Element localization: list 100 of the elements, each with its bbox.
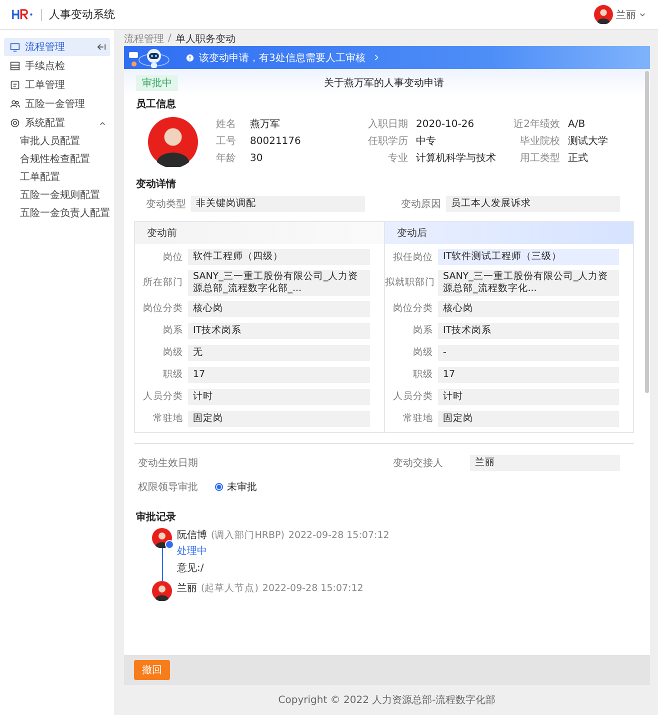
radio-icon[interactable] (215, 482, 223, 491)
field-label: 人员分类 (142, 390, 183, 404)
gear-icon (10, 118, 20, 128)
field-label: 岗级 (412, 346, 433, 360)
readonly-field: 计时 (188, 388, 370, 405)
approver-avatar (152, 580, 172, 601)
approver-role: (起草人节点) (201, 582, 258, 595)
field-label: 权限领导审批 (137, 480, 199, 494)
readonly-field: - (438, 344, 619, 361)
sidebar-item[interactable]: 系统配置 (4, 114, 110, 132)
field-label: 岗系 (162, 324, 183, 338)
user-avatar (594, 5, 613, 24)
field-value: 燕万军 (250, 118, 280, 131)
readonly-field: 17 (188, 366, 370, 383)
scrollbar[interactable] (645, 71, 649, 394)
readonly-field: SANY_三一重工股份有限公司_人力资源总部_流程数字化部_... (188, 270, 370, 296)
field-label: 专业 (387, 152, 408, 165)
readonly-field: 固定岗 (188, 410, 370, 427)
readonly-field: 非关键岗调配 (191, 196, 365, 212)
field-value: 计算机科学与技术 (416, 152, 496, 165)
field-label: 常驻地 (152, 412, 183, 426)
readonly-field: IT技术岗系 (188, 322, 370, 339)
approver-name: 阮信博 (177, 528, 207, 542)
field-label: 拟就职部门 (385, 276, 433, 290)
field-value: A/B (568, 118, 586, 130)
field-label: 近2年绩效 (512, 118, 560, 131)
field-label: 姓名 (216, 118, 237, 131)
readonly-field: 核心岗 (438, 300, 619, 317)
readonly-field: 计时 (438, 388, 619, 405)
field-label: 工号 (216, 135, 237, 148)
sidebar-subitem[interactable]: 工单配置 (0, 169, 60, 187)
field-label: 人员分类 (392, 390, 433, 404)
chevron-icon[interactable] (374, 54, 380, 61)
field-value: 测试大学 (568, 134, 608, 148)
panel-header: 变动前 (135, 222, 384, 244)
sidebar-item[interactable]: 手续点检 (4, 57, 110, 75)
panel-header: 变动后 (385, 222, 633, 244)
field-label: 用工类型 (519, 152, 560, 165)
readonly-field: IT软件测试工程师（三级） (438, 249, 619, 265)
field-label: 年龄 (216, 152, 237, 165)
monitor-icon (10, 42, 20, 52)
employee-avatar (148, 117, 198, 167)
readonly-field: IT技术岗系 (438, 322, 619, 339)
section-heading: 审批记录 (136, 510, 177, 524)
robot-drawing (128, 46, 172, 68)
field-label: 毕业院校 (519, 134, 560, 148)
user-name[interactable]: 兰丽 (616, 8, 636, 22)
field-label: 岗位分类 (142, 302, 183, 316)
readonly-field: 固定岗 (438, 410, 619, 427)
approval-time: 2022-09-28 15:07:12 (262, 582, 364, 594)
readonly-field: 核心岗 (188, 300, 370, 317)
copyright-text: Copyright © 2022 人力资源总部-流程数字化部 (277, 694, 497, 708)
sidebar-item[interactable]: 工单管理 (4, 76, 110, 94)
field-value: 80021176 (250, 136, 301, 146)
field-value: 正式 (568, 152, 588, 165)
form-title: 关于燕万军的人事变动申请 (324, 76, 444, 90)
readonly-field: 员工本人发展诉求 (446, 196, 620, 212)
field-label: 岗位 (162, 250, 183, 264)
field-label: 岗系 (412, 324, 433, 338)
radio-option[interactable]: 未审批 (215, 480, 257, 494)
field-label: 岗级 (162, 346, 183, 360)
document-icon (10, 80, 20, 90)
field-value: 2020-10-26 (416, 118, 474, 130)
field-label: 变动生效日期 (137, 456, 199, 470)
sidebar-subitem[interactable]: 五险一金规则配置 (0, 187, 100, 205)
field-label: 常驻地 (402, 412, 433, 426)
readonly-field: 兰丽 (470, 454, 620, 471)
approver-name: 兰丽 (177, 582, 197, 595)
logo-icon (12, 9, 34, 20)
field-label: 变动交接人 (392, 456, 444, 470)
collapse-icon[interactable] (97, 43, 106, 51)
caret-icon[interactable] (639, 11, 646, 18)
sidebar-subitem[interactable]: 合规性检查配置 (0, 151, 90, 169)
section-heading: 变动详情 (136, 177, 177, 191)
section-heading: 员工信息 (136, 98, 177, 111)
approver-role: (调入部门HRBP) (211, 528, 284, 542)
status-tag: 审批中 (136, 75, 178, 91)
field-label: 拟任岗位 (392, 250, 433, 264)
chevron-icon[interactable] (99, 120, 106, 126)
field-label: 入职日期 (367, 118, 408, 131)
field-label: 职级 (162, 368, 183, 382)
field-value: 中专 (416, 134, 436, 148)
sidebar-subitem[interactable]: 审批人员配置 (0, 133, 80, 151)
field-label: 职级 (412, 368, 433, 382)
approval-comment: 意见:/ (177, 562, 205, 575)
field-value: 30 (250, 152, 263, 164)
readonly-field: 无 (188, 344, 370, 361)
sidebar-item[interactable]: 五险一金管理 (4, 95, 110, 113)
field-label: 变动类型 (145, 198, 186, 211)
sidebar-subitem[interactable]: 五险一金负责人配置 (0, 205, 110, 223)
list-icon (10, 61, 20, 71)
sidebar-item[interactable]: 流程管理 (4, 38, 110, 56)
banner-text[interactable]: 该变动申请，有3处信息需要人工审核 (199, 50, 366, 64)
info-icon (186, 54, 194, 62)
readonly-field: 17 (438, 366, 619, 383)
people-icon (10, 99, 20, 109)
app-title: 人事变动系统 (49, 7, 115, 22)
readonly-field: 软件工程师（四级） (188, 249, 370, 265)
field-label: 任职学历 (367, 135, 408, 148)
approval-time: 2022-09-28 15:07:12 (288, 530, 390, 541)
